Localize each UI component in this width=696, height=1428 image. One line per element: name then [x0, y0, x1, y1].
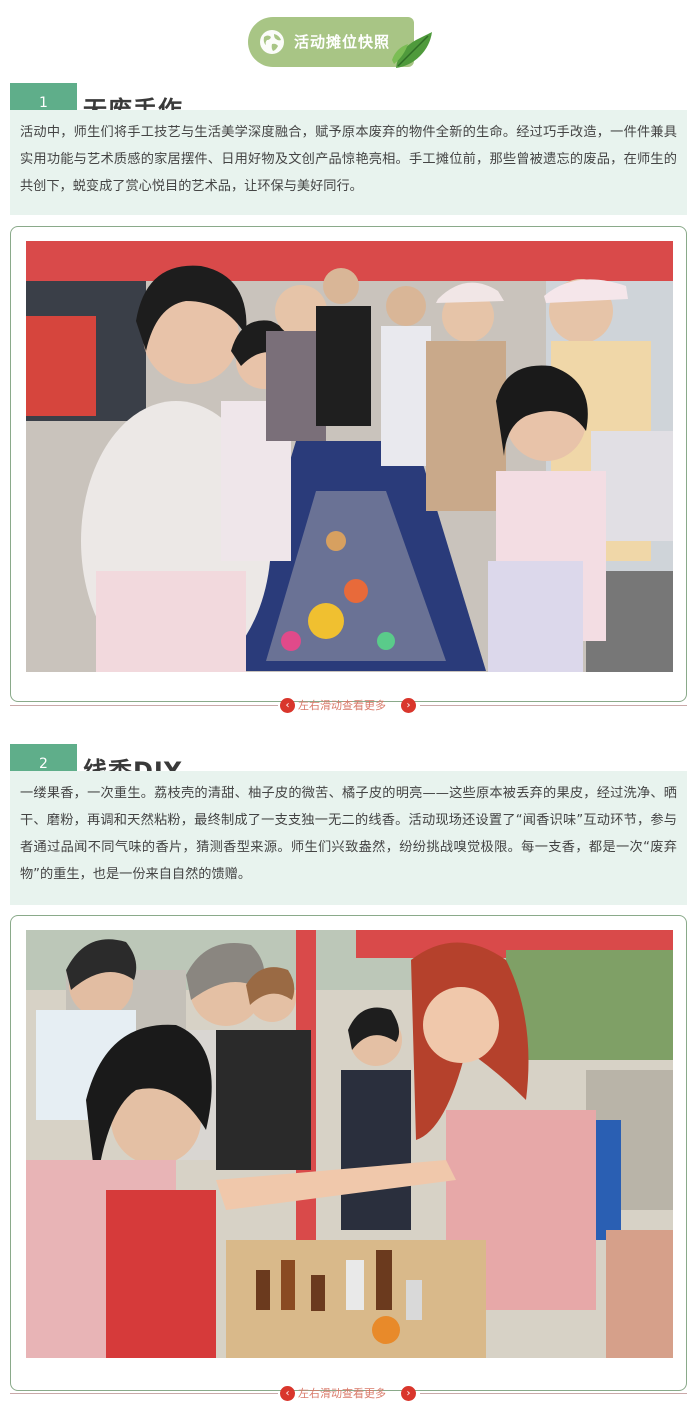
swipe-divider-right — [420, 1393, 687, 1394]
globe-icon — [260, 30, 284, 54]
chevron-left-icon[interactable]: ‹ — [280, 698, 295, 713]
swipe-hint-text: 左右滑动查看更多 — [298, 699, 386, 712]
section-1-photo-frame[interactable] — [10, 226, 687, 702]
header-title: 活动摊位快照 — [294, 33, 391, 51]
section-2-swipe-hint: ‹ 左右滑动查看更多 › — [0, 1384, 696, 1404]
photo-incense-stall[interactable] — [26, 930, 673, 1358]
section-1-swipe-hint: ‹ 左右滑动查看更多 › — [0, 696, 696, 716]
section-1-paragraph: 活动中，师生们将手工技艺与生活美学深度融合，赋予原本废弃的物件全新的生命。经过巧… — [10, 110, 687, 215]
swipe-divider-right — [420, 705, 687, 706]
chevron-right-icon[interactable]: › — [401, 1386, 416, 1401]
swipe-divider-left — [10, 1393, 278, 1394]
photo-handicraft-stall[interactable] — [26, 241, 673, 672]
chevron-left-icon[interactable]: ‹ — [280, 1386, 295, 1401]
section-2-photo-frame[interactable] — [10, 915, 687, 1391]
swipe-divider-left — [10, 705, 278, 706]
swipe-hint-text: 左右滑动查看更多 — [298, 1387, 386, 1400]
leaf-icon — [392, 32, 432, 68]
chevron-right-icon[interactable]: › — [401, 698, 416, 713]
section-2-paragraph: 一缕果香，一次重生。荔枝壳的清甜、柚子皮的微苦、橘子皮的明亮——这些原本被丢弃的… — [10, 771, 687, 905]
